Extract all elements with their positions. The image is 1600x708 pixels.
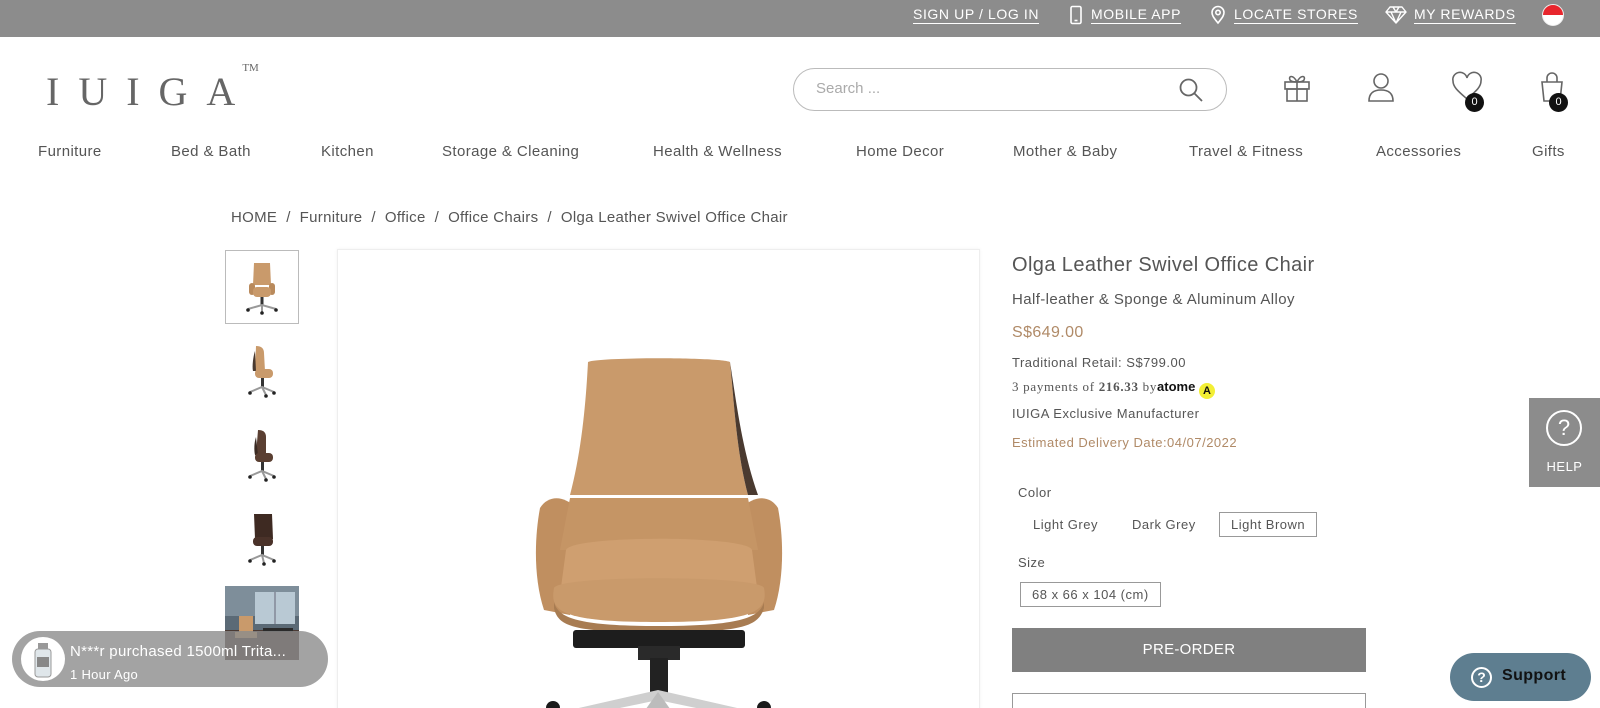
question-mark-icon: ?	[1546, 410, 1582, 446]
bottle-icon	[34, 643, 52, 678]
nav-gifts[interactable]: Gifts	[1532, 143, 1565, 160]
installment-info[interactable]: 3 payments of 216.33 byatome A	[1012, 379, 1216, 399]
chair-front-thumbnail-image	[246, 263, 278, 315]
wishlist-count-badge: 0	[1465, 93, 1484, 112]
size-option[interactable]: 68 x 66 x 104 (cm)	[1020, 582, 1161, 607]
locate-stores-link[interactable]: LOCATE STORES	[1234, 6, 1358, 22]
purchased-product-thumbnail	[21, 637, 65, 681]
account-icon[interactable]	[1364, 70, 1398, 104]
main-navigation: Furniture Bed & Bath Kitchen Storage & C…	[0, 143, 1600, 163]
signup-login-link[interactable]: SIGN UP / LOG IN	[913, 6, 1039, 22]
atome-brand: atome	[1157, 379, 1196, 394]
cart-count-badge: 0	[1549, 93, 1568, 112]
breadcrumb-current-product: Olga Leather Swivel Office Chair	[560, 209, 788, 226]
product-title: Olga Leather Swivel Office Chair	[1012, 254, 1315, 276]
search-icon[interactable]	[1178, 77, 1204, 103]
top-bar: SIGN UP / LOG IN MOBILE APP LOCATE STORE…	[0, 0, 1600, 37]
notification-time: 1 Hour Ago	[70, 667, 139, 682]
help-tab[interactable]: ? HELP	[1529, 398, 1600, 487]
nav-travel-fitness[interactable]: Travel & Fitness	[1189, 143, 1303, 160]
color-label: Color	[1018, 485, 1052, 500]
mobile-phone-icon	[1070, 5, 1082, 25]
chair-angle-thumbnail-image	[248, 430, 276, 482]
color-option-dark-grey[interactable]: Dark Grey	[1120, 512, 1208, 537]
nav-furniture[interactable]: Furniture	[38, 143, 102, 160]
estimated-delivery-date: Estimated Delivery Date:04/07/2022	[1012, 435, 1238, 450]
thumbnail-dark-brown-view[interactable]	[225, 502, 299, 576]
office-chair-image	[535, 358, 783, 708]
breadcrumb-home[interactable]: HOME	[231, 209, 277, 226]
location-pin-icon	[1211, 5, 1225, 25]
search-bar	[793, 68, 1227, 111]
support-question-icon: ?	[1471, 667, 1492, 688]
logo-text: IUIGA	[46, 69, 255, 114]
help-label: HELP	[1546, 459, 1583, 474]
my-rewards-link[interactable]: MY REWARDS	[1414, 6, 1516, 22]
mobile-app-link[interactable]: MOBILE APP	[1091, 6, 1181, 22]
breadcrumb-office-chairs[interactable]: Office Chairs	[448, 209, 538, 226]
installment-prefix: 3 payments of	[1012, 379, 1095, 394]
iuiga-logo[interactable]: IUIGATM	[46, 62, 271, 115]
recent-purchase-notification[interactable]: N***r purchased 1500ml Trita... 1 Hour A…	[12, 631, 328, 687]
nav-accessories[interactable]: Accessories	[1376, 143, 1461, 160]
breadcrumb-furniture[interactable]: Furniture	[300, 209, 363, 226]
size-label: Size	[1018, 555, 1046, 570]
nav-mother-baby[interactable]: Mother & Baby	[1013, 143, 1117, 160]
thumbnail-front-view[interactable]	[225, 250, 299, 324]
nav-home-decor[interactable]: Home Decor	[856, 143, 944, 160]
traditional-retail-price: Traditional Retail: S$799.00	[1012, 355, 1186, 370]
gift-icon[interactable]	[1280, 70, 1314, 104]
support-label: Support	[1502, 667, 1567, 684]
installment-amount: 216.33	[1098, 379, 1139, 394]
breadcrumb: HOME / Furniture / Office / Office Chairs / Olga…	[231, 209, 788, 226]
diamond-icon	[1385, 6, 1407, 24]
product-material: Half-leather & Sponge & Aluminum Alloy	[1012, 291, 1295, 308]
main-product-image[interactable]	[337, 249, 980, 708]
atome-logo-icon: A	[1199, 383, 1216, 399]
logo-trademark: TM	[242, 61, 259, 74]
thumbnail-angle-view[interactable]	[225, 418, 299, 492]
chair-dark-thumbnail-image	[248, 514, 276, 566]
save-to-wishlist-button[interactable]	[1012, 693, 1366, 708]
product-price: S$649.00	[1012, 324, 1084, 341]
manufacturer-info: IUIGA Exclusive Manufacturer	[1012, 406, 1200, 421]
nav-kitchen[interactable]: Kitchen	[321, 143, 374, 160]
nav-health-wellness[interactable]: Health & Wellness	[653, 143, 782, 160]
notification-message: N***r purchased 1500ml Trita...	[70, 643, 287, 660]
singapore-flag-icon[interactable]	[1542, 4, 1564, 26]
nav-bed-bath[interactable]: Bed & Bath	[171, 143, 251, 160]
chair-side-thumbnail-image	[248, 346, 276, 398]
search-input[interactable]	[816, 80, 1176, 97]
nav-storage-cleaning[interactable]: Storage & Cleaning	[442, 143, 579, 160]
breadcrumb-office[interactable]: Office	[385, 209, 426, 226]
installment-by: by	[1142, 379, 1158, 394]
pre-order-button[interactable]: PRE-ORDER	[1012, 628, 1366, 672]
thumbnail-side-view[interactable]	[225, 334, 299, 408]
color-option-light-grey[interactable]: Light Grey	[1021, 512, 1110, 537]
color-option-light-brown[interactable]: Light Brown	[1219, 512, 1318, 537]
support-button[interactable]: ? Support	[1450, 653, 1591, 701]
